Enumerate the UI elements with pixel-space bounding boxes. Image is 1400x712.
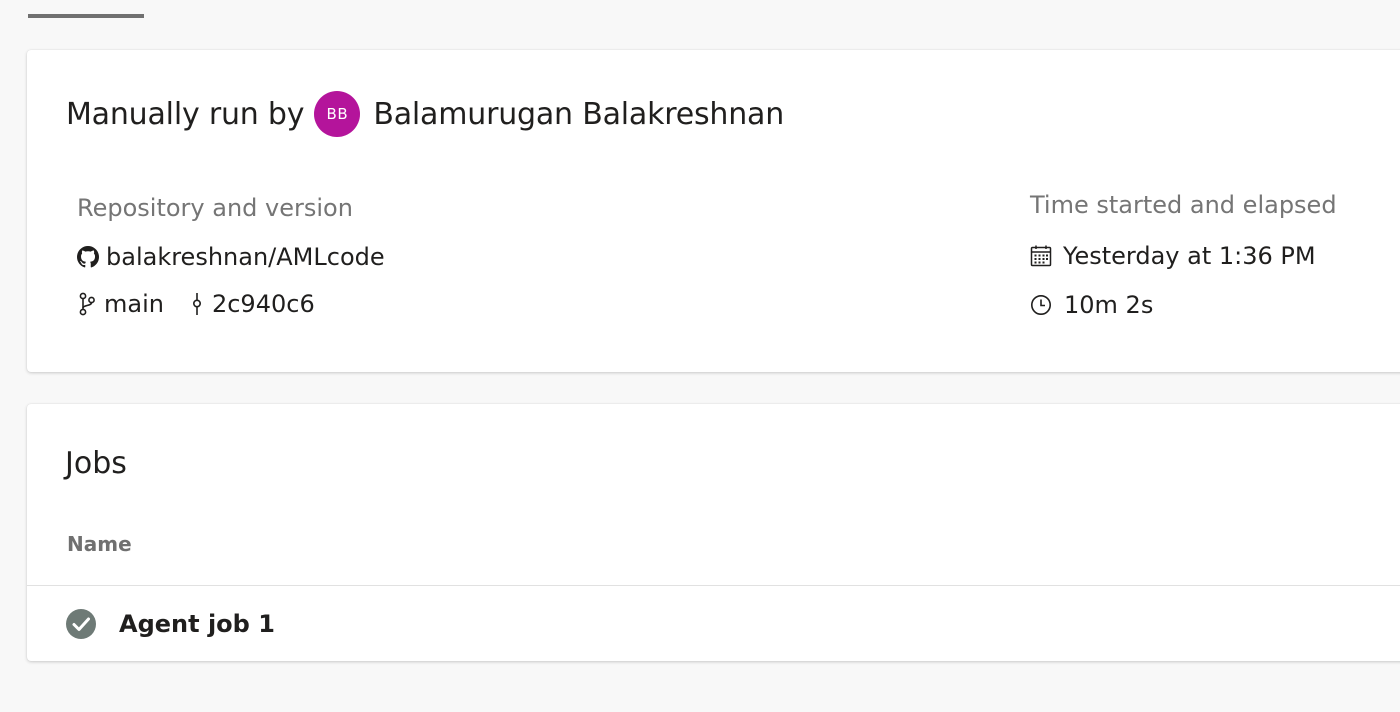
repository-row[interactable]: balakreshnan/AMLcode <box>77 240 385 274</box>
elapsed-time: 10m 2s <box>1064 291 1154 319</box>
clock-icon <box>1030 294 1052 316</box>
branch-icon <box>78 292 96 316</box>
run-summary-card: Manually run by BB Balamurugan Balakresh… <box>27 50 1400 372</box>
tab-selected-indicator <box>28 14 144 18</box>
commit-id[interactable]: 2c940c6 <box>212 290 315 318</box>
repository-name[interactable]: balakreshnan/AMLcode <box>106 243 385 271</box>
user-name[interactable]: Balamurugan Balakreshnan <box>373 97 784 132</box>
check-circle-icon <box>65 608 97 640</box>
elapsed-row: 10m 2s <box>1030 288 1153 322</box>
table-row[interactable]: Agent job 1 <box>27 586 1400 661</box>
repository-label: Repository and version <box>77 194 353 222</box>
run-title: Manually run by BB Balamurugan Balakresh… <box>66 91 784 137</box>
github-icon <box>77 246 99 268</box>
job-name[interactable]: Agent job 1 <box>119 610 275 638</box>
branch-name[interactable]: main <box>104 290 164 318</box>
commit-icon <box>191 292 203 316</box>
version-row: main 2c940c6 <box>78 287 315 321</box>
timing-label: Time started and elapsed <box>1030 191 1337 219</box>
avatar[interactable]: BB <box>314 91 361 137</box>
column-header-name[interactable]: Name <box>67 532 132 556</box>
run-prefix: Manually run by <box>66 96 305 132</box>
start-time: Yesterday at 1:36 PM <box>1063 242 1316 270</box>
calendar-icon <box>1030 245 1052 267</box>
jobs-card: Jobs Name Agent job 1 <box>27 404 1400 661</box>
start-time-row: Yesterday at 1:36 PM <box>1030 239 1316 273</box>
jobs-title: Jobs <box>65 446 127 481</box>
